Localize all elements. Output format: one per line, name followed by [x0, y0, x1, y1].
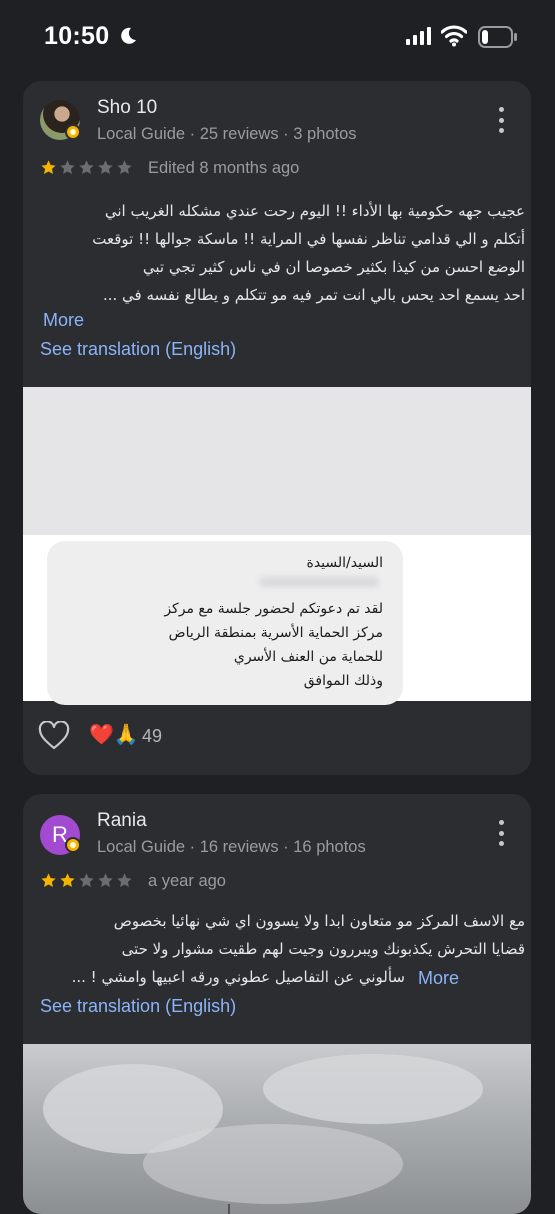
- review-text-line: سألوني عن التفاصيل عطوني ورقه اعبيها وام…: [71, 968, 405, 986]
- star-icon: [41, 160, 56, 174]
- star-icon: [41, 873, 56, 887]
- star-icon: [117, 873, 132, 887]
- review-text-line: أتكلم و الي قدامي تناظر نفسها في المراية…: [92, 230, 525, 248]
- review-author-name[interactable]: Rania: [97, 810, 147, 832]
- review-author-meta: Local Guide · 16 reviews · 16 photos: [97, 838, 366, 856]
- review-photo[interactable]: [23, 1044, 531, 1214]
- review-text-line: احد يسمع احد يحس بالي انت تمر فيه مو تتك…: [102, 286, 525, 304]
- star-icon: [98, 160, 113, 174]
- lamp-post: [228, 1204, 230, 1214]
- star-icon: [60, 873, 75, 887]
- more-vert-icon[interactable]: [497, 107, 505, 133]
- local-guide-badge-icon: [65, 124, 81, 140]
- review-author-name[interactable]: Sho 10: [97, 97, 157, 119]
- see-translation-link[interactable]: See translation (English): [40, 996, 236, 1017]
- wifi-icon: [441, 25, 467, 47]
- photo-text-line: السيد/السيدة: [306, 555, 384, 571]
- battery-icon: [478, 26, 517, 48]
- photo-text-line: لقد تم دعوتكم لحضور جلسة مع مركز: [164, 601, 383, 617]
- redacted-name: [259, 577, 379, 587]
- photo-header-area: [23, 387, 531, 535]
- review-card: Sho 10 Local Guide · 25 reviews · 3 phot…: [23, 81, 531, 775]
- photo-message-bubble: السيد/السيدة لقد تم دعوتكم لحضور جلسة مع…: [47, 541, 403, 705]
- see-translation-link[interactable]: See translation (English): [40, 339, 236, 360]
- heart-outline-icon[interactable]: [38, 721, 70, 751]
- more-vert-icon[interactable]: [497, 820, 505, 846]
- photo-text-line: للحماية من العنف الأسري: [233, 649, 383, 665]
- star-icon: [60, 160, 75, 174]
- star-icon: [117, 160, 132, 174]
- review-card: R Rania Local Guide · 16 reviews · 16 ph…: [23, 794, 531, 1214]
- star-rating: [40, 159, 133, 176]
- review-date: a year ago: [148, 872, 226, 890]
- reaction-count: 49: [142, 726, 163, 746]
- reaction-emojis[interactable]: ❤️🙏: [89, 722, 139, 747]
- review-text-line: قضايا التحرش يكذبونك ويبررون وجيت لهم طق…: [121, 940, 525, 958]
- review-text-line: الوضع احسن من كيذا بكثير خصوصا ان في ناس…: [142, 258, 525, 276]
- review-text-line: مع الاسف المركز مو متعاون ابدا ولا يسوون…: [113, 912, 525, 930]
- star-rating: [40, 872, 133, 889]
- star-icon: [98, 873, 113, 887]
- star-icon: [79, 160, 94, 174]
- moon-icon: [121, 27, 136, 44]
- more-link[interactable]: More: [418, 968, 459, 989]
- more-link[interactable]: More: [43, 310, 84, 331]
- review-date: Edited 8 months ago: [148, 159, 300, 177]
- star-icon: [79, 873, 94, 887]
- review-text-line: عجيب جهه حكومية بها الأداء !! اليوم رحت …: [104, 202, 525, 220]
- status-time: 10:50: [44, 22, 110, 50]
- local-guide-badge-icon: [65, 837, 81, 853]
- signal-icon: [406, 27, 431, 45]
- photo-text-line: وذلك الموافق: [303, 673, 383, 689]
- review-photo[interactable]: السيد/السيدة لقد تم دعوتكم لحضور جلسة مع…: [23, 387, 531, 705]
- photo-text-line: مركز الحماية الأسرية بمنطقة الرياض: [168, 625, 383, 641]
- status-bar: 10:50: [0, 0, 555, 76]
- review-author-meta: Local Guide · 25 reviews · 3 photos: [97, 125, 357, 143]
- review-text[interactable]: عجيب جهه حكومية بها الأداء !! اليوم رحت …: [39, 197, 525, 309]
